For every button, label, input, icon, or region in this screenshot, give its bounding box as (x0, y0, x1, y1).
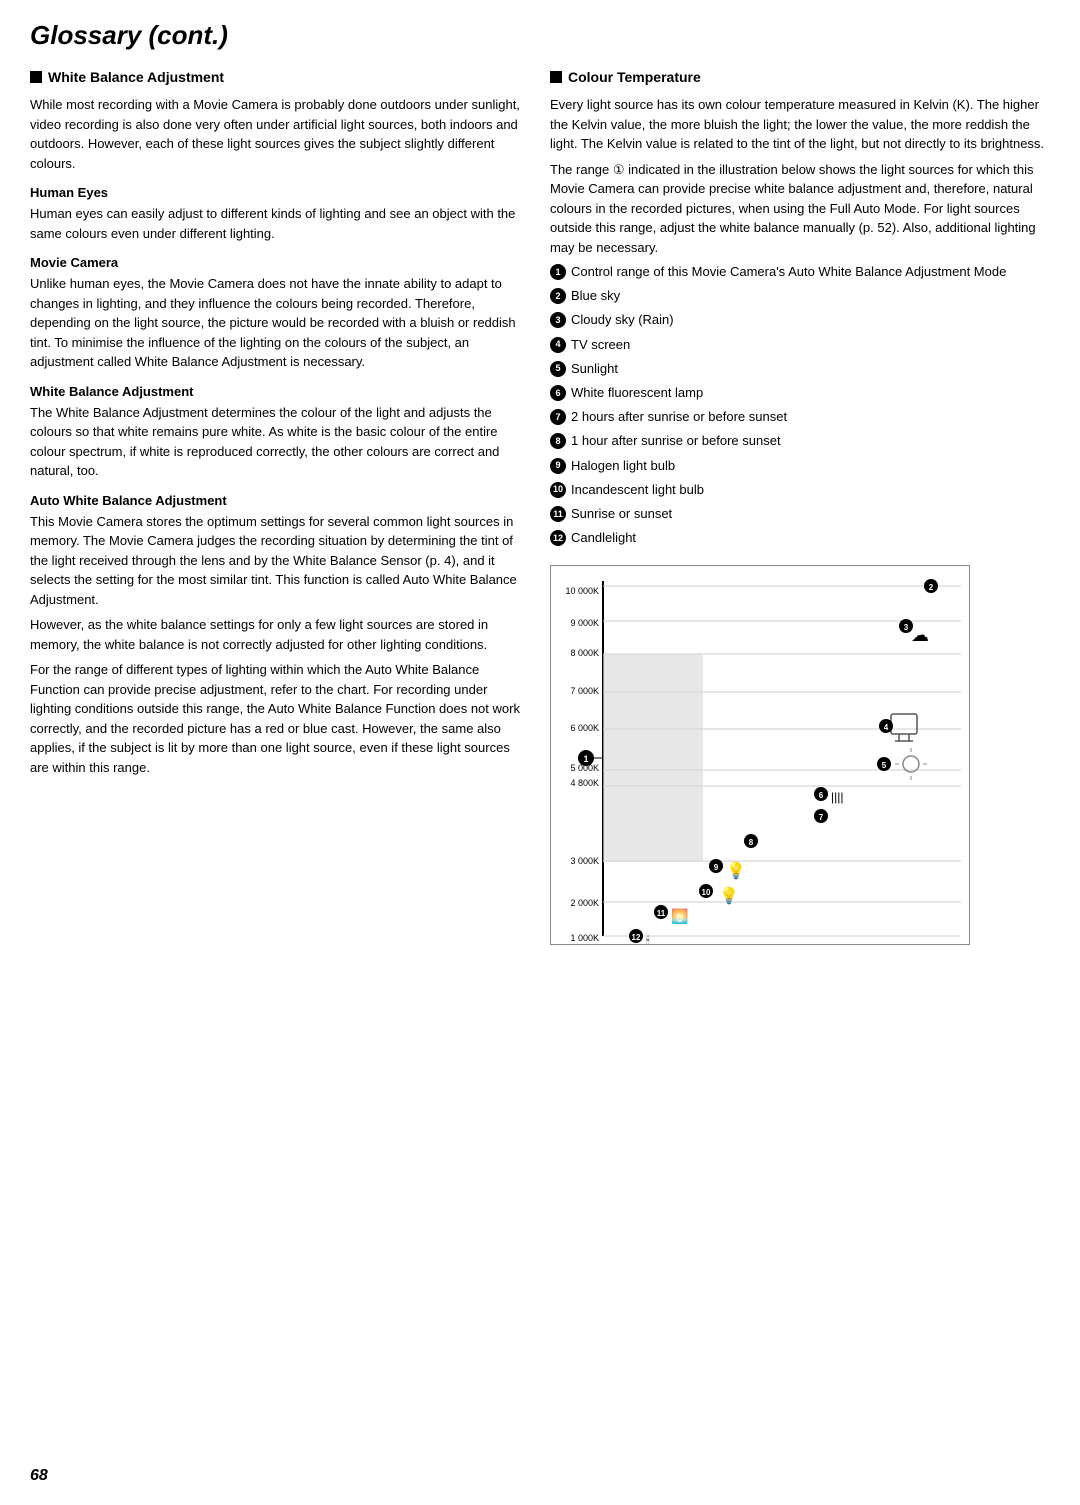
svg-text:||||: |||| (831, 790, 843, 804)
heading-square-icon-2 (550, 71, 562, 83)
wba-body: The White Balance Adjustment determines … (30, 403, 520, 481)
svg-text:6 000K: 6 000K (570, 723, 599, 733)
svg-text:11: 11 (657, 909, 666, 918)
svg-text:10: 10 (702, 888, 711, 897)
svg-text:6: 6 (819, 791, 824, 800)
circle-num-3: 3 (550, 312, 566, 328)
circle-num-4: 4 (550, 337, 566, 353)
svg-text:7 000K: 7 000K (570, 686, 599, 696)
circle-num-1: 1 (550, 264, 566, 280)
list-item-5-text: Sunlight (571, 360, 618, 378)
white-balance-title: White Balance Adjustment (48, 69, 224, 85)
list-item-2-text: Blue sky (571, 287, 620, 305)
svg-text:🕯: 🕯 (646, 934, 650, 945)
right-column: Colour Temperature Every light source ha… (550, 69, 1050, 945)
svg-text:10 000K: 10 000K (565, 586, 599, 596)
list-item-12-text: Candlelight (571, 529, 636, 547)
svg-text:7: 7 (819, 813, 824, 822)
svg-text:5: 5 (882, 761, 887, 770)
colour-temp-heading: Colour Temperature (550, 69, 1050, 85)
list-item-10-text: Incandescent light bulb (571, 481, 704, 499)
page-number: 68 (30, 1467, 48, 1485)
svg-text:4 800K: 4 800K (570, 778, 599, 788)
list-item-12: 12 Candlelight (550, 529, 1050, 547)
circle-num-11: 11 (550, 506, 566, 522)
heading-square-icon (30, 71, 42, 83)
list-item-7-text: 2 hours after sunrise or before sunset (571, 408, 787, 426)
colour-temp-title: Colour Temperature (568, 69, 701, 85)
white-balance-intro: While most recording with a Movie Camera… (30, 95, 520, 173)
svg-text:3: 3 (904, 623, 909, 632)
svg-text:8 000K: 8 000K (570, 648, 599, 658)
wba-heading: White Balance Adjustment (30, 384, 520, 399)
circle-num-7: 7 (550, 409, 566, 425)
auto-wba-body1: This Movie Camera stores the optimum set… (30, 512, 520, 610)
list-item-4: 4 TV screen (550, 336, 1050, 354)
chart-svg: 1 000K 2 000K 3 000K 4 800K 5 000K 6 000… (550, 565, 970, 945)
circle-num-5: 5 (550, 361, 566, 377)
list-item-3-text: Cloudy sky (Rain) (571, 311, 674, 329)
svg-text:💡: 💡 (726, 861, 746, 880)
list-item-11-text: Sunrise or sunset (571, 505, 672, 523)
svg-text:8: 8 (749, 838, 754, 847)
movie-camera-heading: Movie Camera (30, 255, 520, 270)
svg-text:3 000K: 3 000K (570, 856, 599, 866)
list-item-10: 10 Incandescent light bulb (550, 481, 1050, 499)
list-item-3: 3 Cloudy sky (Rain) (550, 311, 1050, 329)
list-item-9: 9 Halogen light bulb (550, 457, 1050, 475)
circle-num-6: 6 (550, 385, 566, 401)
svg-text:🌅: 🌅 (671, 908, 688, 925)
circle-num-12: 12 (550, 530, 566, 546)
svg-text:9: 9 (714, 863, 719, 872)
svg-text:☁: ☁ (911, 625, 929, 645)
list-item-1: 1 Control range of this Movie Camera's A… (550, 263, 1050, 281)
auto-wba-heading: Auto White Balance Adjustment (30, 493, 520, 508)
list-item-6: 6 White fluorescent lamp (550, 384, 1050, 402)
svg-text:12: 12 (632, 933, 641, 942)
list-item-7: 7 2 hours after sunrise or before sunset (550, 408, 1050, 426)
auto-wba-body2: However, as the white balance settings f… (30, 615, 520, 654)
list-item-6-text: White fluorescent lamp (571, 384, 703, 402)
list-item-9-text: Halogen light bulb (571, 457, 675, 475)
svg-text:1: 1 (583, 754, 588, 764)
svg-text:2: 2 (929, 583, 934, 592)
list-item-11: 11 Sunrise or sunset (550, 505, 1050, 523)
colour-temp-chart: 1 000K 2 000K 3 000K 4 800K 5 000K 6 000… (550, 565, 970, 945)
svg-text:2 000K: 2 000K (570, 898, 599, 908)
auto-wba-body3: For the range of different types of ligh… (30, 660, 520, 777)
list-item-4-text: TV screen (571, 336, 630, 354)
circle-num-8: 8 (550, 433, 566, 449)
human-eyes-body: Human eyes can easily adjust to differen… (30, 204, 520, 243)
list-item-2: 2 Blue sky (550, 287, 1050, 305)
circle-num-9: 9 (550, 458, 566, 474)
svg-text:1 000K: 1 000K (570, 933, 599, 943)
circle-num-10: 10 (550, 482, 566, 498)
movie-camera-body: Unlike human eyes, the Movie Camera does… (30, 274, 520, 372)
colour-temp-list: 1 Control range of this Movie Camera's A… (550, 263, 1050, 547)
colour-temp-range-note: The range ① indicated in the illustratio… (550, 160, 1050, 258)
svg-text:4: 4 (884, 723, 889, 732)
list-item-8: 8 1 hour after sunrise or before sunset (550, 432, 1050, 450)
svg-text:9 000K: 9 000K (570, 618, 599, 628)
colour-temp-intro: Every light source has its own colour te… (550, 95, 1050, 154)
human-eyes-heading: Human Eyes (30, 185, 520, 200)
circle-num-2: 2 (550, 288, 566, 304)
left-column: White Balance Adjustment While most reco… (30, 69, 520, 783)
page-title: Glossary (cont.) (30, 20, 1050, 51)
list-item-1-text: Control range of this Movie Camera's Aut… (571, 263, 1006, 281)
svg-text:💡: 💡 (719, 886, 739, 905)
white-balance-heading: White Balance Adjustment (30, 69, 520, 85)
list-item-8-text: 1 hour after sunrise or before sunset (571, 432, 781, 450)
list-item-5: 5 Sunlight (550, 360, 1050, 378)
